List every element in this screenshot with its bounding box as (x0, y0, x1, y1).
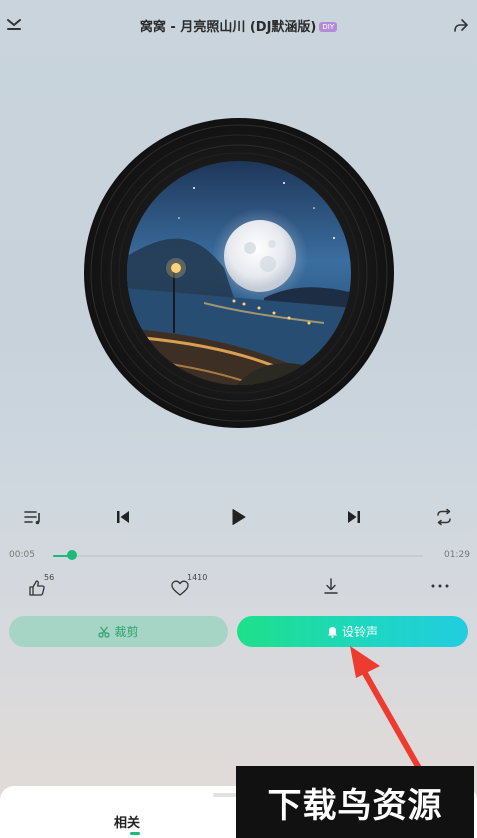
cut-label: 裁剪 (114, 625, 139, 639)
bell-icon (327, 626, 337, 638)
previous-button[interactable] (111, 505, 135, 529)
share-button[interactable] (452, 16, 470, 34)
tab-indicator (130, 832, 140, 835)
song-title-bar: 窝窝 - 月亮照山川 (DJ默涵版) DIY (0, 16, 477, 35)
red-arrow-annotation (350, 646, 423, 773)
skip-previous-icon (117, 511, 129, 523)
tab-related[interactable]: 相关 (114, 812, 140, 831)
ringtone-label: 设铃声 (341, 625, 378, 639)
like-button[interactable]: 56 (27, 573, 57, 600)
more-button[interactable] (430, 574, 460, 600)
scissors-icon (98, 626, 111, 638)
progress-knob[interactable] (67, 550, 77, 560)
favorite-count: 1410 (187, 573, 208, 582)
repeat-button[interactable] (432, 505, 456, 529)
share-icon (454, 19, 468, 32)
more-icon (431, 584, 449, 588)
diy-badge: DIY (319, 22, 338, 32)
download-button[interactable] (322, 574, 352, 600)
play-button[interactable] (226, 505, 250, 529)
album-art (84, 118, 394, 428)
cut-button[interactable]: 裁剪 (9, 616, 228, 647)
total-time: 01:29 (444, 550, 470, 560)
current-time: 00:05 (9, 550, 35, 560)
like-count: 56 (44, 573, 55, 582)
play-icon (232, 509, 246, 525)
progress-track[interactable] (53, 555, 423, 557)
watermark: 下载鸟资源 (236, 766, 474, 838)
playlist-button[interactable] (21, 505, 45, 529)
next-button[interactable] (342, 505, 366, 529)
favorite-button[interactable]: 1410 (170, 573, 207, 600)
playlist-icon (24, 511, 40, 525)
download-icon (324, 578, 338, 594)
song-title: 窝窝 - 月亮照山川 (DJ默涵版) (139, 20, 317, 35)
repeat-icon (437, 508, 451, 526)
vinyl-record (84, 118, 394, 428)
skip-next-icon (348, 511, 360, 523)
